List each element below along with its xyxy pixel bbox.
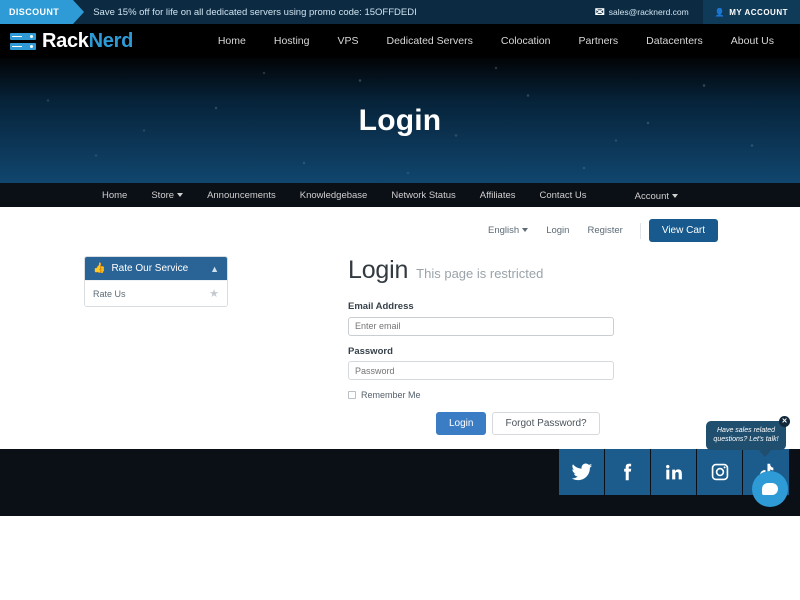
promo-bar: DISCOUNT Save 15% off for life on all de…: [0, 0, 800, 24]
linkedin-icon[interactable]: [651, 449, 697, 495]
page-title: Login: [348, 256, 409, 284]
star-icon: ★: [209, 288, 219, 300]
sidebar-item-network-status[interactable]: Network Status: [379, 190, 467, 201]
chevron-down-icon: [522, 228, 529, 233]
rate-us-label: Rate Us: [93, 288, 126, 299]
panel-title: Rate Our Service: [111, 263, 189, 274]
remember-me-label: Remember Me: [361, 390, 421, 400]
remember-me-checkbox[interactable]: [348, 391, 356, 399]
client-area: English Login Register View Cart 👍 Rate …: [0, 207, 800, 516]
main-navigation: RackNerd Home Hosting VPS Dedicated Serv…: [0, 24, 800, 58]
sidebar-item-announcements[interactable]: Announcements: [195, 190, 288, 201]
footer: Have sales related questions? Let's talk…: [0, 416, 800, 516]
chat-bubble-icon: [762, 483, 778, 495]
remember-me-row[interactable]: Remember Me: [348, 390, 800, 400]
promo-tag: DISCOUNT: [0, 0, 85, 24]
chevron-up-icon[interactable]: ▲: [210, 264, 219, 274]
logo-nerd: Nerd: [88, 29, 134, 52]
chat-tooltip-line2: questions? Let's talk!: [713, 436, 779, 444]
sidebar-item-knowledgebase[interactable]: Knowledgebase: [288, 190, 380, 201]
utility-register-link[interactable]: Register: [578, 225, 631, 236]
language-label: English: [488, 225, 520, 236]
chat-tooltip-line1: Have sales related: [717, 427, 775, 434]
chevron-down-icon: [672, 194, 678, 199]
utility-bar: English Login Register View Cart: [0, 207, 800, 242]
utility-login-link[interactable]: Login: [537, 225, 578, 236]
sidebar-item-contact-us[interactable]: Contact Us: [528, 190, 599, 201]
main-nav-links: Home Hosting VPS Dedicated Servers Coloc…: [204, 35, 800, 47]
content-row: 👍 Rate Our Service ▲ Rate Us ★ Login Thi…: [0, 242, 800, 435]
account-label: Account: [634, 191, 669, 202]
sales-email-text: sales@racknerd.com: [608, 7, 689, 17]
my-account-label: MY ACCOUNT: [729, 7, 788, 17]
logo-rack: Rack: [42, 29, 89, 52]
hero-banner: Login: [0, 58, 800, 183]
chat-tooltip: Have sales related questions? Let's talk…: [706, 416, 790, 457]
forgot-password-button[interactable]: Forgot Password?: [492, 412, 600, 435]
promo-bar-right: ✉ sales@racknerd.com 👤 MY ACCOUNT: [595, 0, 800, 24]
rate-our-service-panel: 👍 Rate Our Service ▲ Rate Us ★: [84, 256, 228, 307]
store-label: Store: [151, 189, 175, 201]
nav-item-vps[interactable]: VPS: [323, 35, 372, 47]
sidebar-item-home[interactable]: Home: [90, 190, 139, 201]
secondary-nav-links: Home Store Announcements Knowledgebase N…: [14, 190, 599, 201]
password-form-group: Password: [348, 345, 614, 380]
thumbs-up-icon: 👍: [93, 263, 106, 274]
envelope-icon: ✉: [594, 5, 605, 19]
view-cart-button[interactable]: View Cart: [648, 219, 718, 242]
secondary-nav-right: Account: [623, 186, 786, 204]
nav-item-colocation[interactable]: Colocation: [487, 35, 565, 47]
language-selector[interactable]: English: [479, 225, 537, 236]
server-rack-icon: [10, 32, 36, 50]
chat-bubble-button[interactable]: [752, 471, 788, 507]
nav-item-dedicated-servers[interactable]: Dedicated Servers: [372, 35, 486, 47]
nav-item-partners[interactable]: Partners: [564, 35, 632, 47]
my-account-button[interactable]: 👤 MY ACCOUNT: [702, 0, 800, 24]
nav-item-home[interactable]: Home: [204, 35, 260, 47]
sales-email-link[interactable]: ✉ sales@racknerd.com: [595, 5, 703, 19]
racknerd-logo[interactable]: RackNerd: [10, 30, 133, 53]
sidebar-item-affiliates[interactable]: Affiliates: [468, 190, 528, 201]
account-menu[interactable]: Account: [623, 191, 690, 202]
close-icon[interactable]: ✕: [779, 416, 790, 427]
sidebar-item-rate-us[interactable]: Rate Us ★: [85, 280, 227, 306]
login-form-column: Login This page is restricted Email Addr…: [228, 256, 800, 435]
nav-item-about-us[interactable]: About Us: [717, 35, 788, 47]
panel-header[interactable]: 👍 Rate Our Service ▲: [85, 257, 227, 280]
chevron-down-icon: [177, 192, 184, 197]
nav-item-hosting[interactable]: Hosting: [260, 35, 324, 47]
nav-item-datacenters[interactable]: Datacenters: [632, 35, 717, 47]
facebook-icon[interactable]: [605, 449, 651, 495]
instagram-icon[interactable]: [697, 449, 743, 495]
user-icon: 👤: [714, 7, 726, 17]
twitter-icon[interactable]: [559, 449, 605, 495]
page-subtitle: This page is restricted: [416, 266, 544, 281]
secondary-navigation: Home Store Announcements Knowledgebase N…: [0, 183, 800, 207]
promo-text: Save 15% off for life on all dedicated s…: [93, 6, 417, 18]
email-form-group: Email Address: [348, 301, 614, 336]
login-submit-button[interactable]: Login: [436, 412, 487, 435]
logo-text: RackNerd: [42, 30, 133, 53]
email-label: Email Address: [348, 301, 414, 312]
sidebar-item-store[interactable]: Store: [139, 190, 195, 201]
password-field[interactable]: [348, 361, 614, 380]
email-field[interactable]: [348, 316, 614, 336]
page-title-row: Login This page is restricted: [348, 256, 800, 285]
hero-title: Login: [358, 103, 442, 137]
divider: [639, 222, 641, 239]
sidebar: 👍 Rate Our Service ▲ Rate Us ★: [84, 256, 228, 435]
password-label: Password: [348, 345, 393, 357]
